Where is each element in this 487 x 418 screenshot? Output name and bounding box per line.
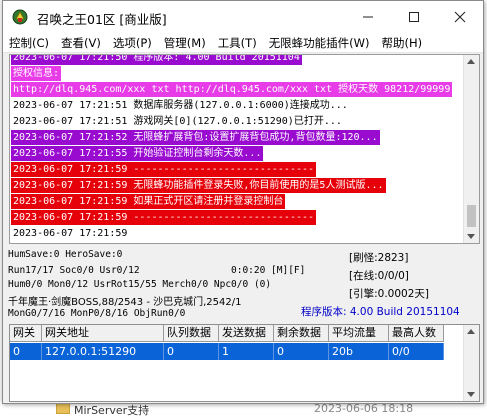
log-panel[interactable]: 2023-06-07 17:21:50 程序版本: 4.00 Build 201… [9,54,480,244]
menu-bar: 控制(C) 查看(V) 选项(P) 管理(M) 工具(T) 无限蜂功能插件(W)… [3,33,483,53]
maximize-button[interactable] [391,1,437,33]
close-icon [454,11,466,23]
scroll-down-icon[interactable] [467,234,475,239]
column-header[interactable]: 剩余数据 [274,325,329,342]
background-folder-name: MirServer支持 [74,404,150,417]
column-header[interactable]: 网关地址 [42,325,164,342]
online-count: [在线:0/0/0] [349,270,409,282]
gateway-table[interactable]: 网关 网关地址 队列数据 发送数据 剩余数据 平均流量 最高人数 0 127.0… [9,324,480,402]
table-row[interactable]: 0 127.0.0.1:51290 0 1 0 20b 0/0 [10,343,444,360]
column-header[interactable]: 最高人数 [389,325,444,342]
table-cell: 0/0 [389,343,444,360]
column-header[interactable]: 发送数据 [219,325,274,342]
program-version: 程序版本: 4.00 Build 20151104 [301,306,460,318]
status-boss: 千年魔王·剑魔BOSS,88/2543 - 沙巴克城门,2542/1 [8,297,242,308]
menu-tools[interactable]: 工具(T) [212,35,263,51]
table-cell: 0 [164,343,219,360]
engine-days: [引擎:0.0002天] [349,288,429,300]
refresh-count: [刷怪:2823] [349,252,409,264]
minimize-icon [363,16,373,18]
status-hum: Hum0/0 Mon0/12 UsrRot15/55 Merch0/0 Npc0… [8,279,272,290]
menu-control[interactable]: 控制(C) [3,35,55,51]
menu-manage[interactable]: 管理(M) [158,35,212,51]
log-line: 2023-06-07 17:21:55 开始验证控制台剩余天数... [11,146,264,161]
menu-options[interactable]: 选项(P) [107,35,158,51]
log-line: 2023-06-07 17:21:51 游戏网关[0](127.0.0.1:51… [11,114,344,129]
log-line: 2023-06-07 17:21:59 无限蜂功能插件登录失败,你目前使用的是5… [11,178,386,193]
column-header[interactable]: 平均流量 [329,325,389,342]
menu-help[interactable]: 帮助(H) [376,35,429,51]
scroll-up-icon[interactable] [467,59,475,64]
log-line: http://dlq.945.com/xxx txt http://dlq.94… [11,82,453,97]
table-cell: 1 [219,343,274,360]
main-window: 召唤之王01区 [商业版] 控制(C) 查看(V) 选项(P) 管理(M) 工具… [2,0,484,404]
log-line: 2023-06-07 17:21:51 数据库服务器(127.0.0.1:600… [11,98,350,113]
maximize-icon [409,12,419,22]
status-panel: HumSave:0 HeroSave:0 Run17/17 Soc0/0 Usr… [3,247,483,321]
log-line: 2023-06-07 17:21:52 无限蜂扩展背包:设置扩展背包成功,背包数… [11,130,380,145]
log-line: 2023-06-07 17:21:59 [11,226,130,241]
log-line: 2023-06-07 17:21:59 --------------------… [11,162,317,177]
column-header[interactable]: 队列数据 [164,325,219,342]
table-cell: 127.0.0.1:51290 [42,343,164,360]
table-cell: 0 [10,343,42,360]
window-title: 召唤之王01区 [商业版] [37,12,167,27]
status-time: 0:0:20 [M][F] [231,265,306,276]
table-cell: 0 [274,343,329,360]
status-mon: MonG0/7/16 MonP0/8/16 ObjRun0/0 [8,308,186,319]
scroll-up-icon[interactable] [467,329,475,334]
menu-plugin[interactable]: 无限蜂功能插件(W) [263,35,376,51]
log-scrollbar[interactable] [463,55,479,243]
table-scrollbar[interactable] [463,325,479,401]
status-run: Run17/17 Soc0/0 Usr0/12 [8,265,140,276]
minimize-button[interactable] [345,1,391,33]
folder-icon [56,403,70,414]
menu-view[interactable]: 查看(V) [55,35,107,51]
scroll-thumb[interactable] [467,205,476,227]
close-button[interactable] [437,1,483,33]
log-line: 2023-06-07 17:21:50 程序版本: 4.00 Build 201… [11,55,302,65]
table-header: 网关 网关地址 队列数据 发送数据 剩余数据 平均流量 最高人数 [10,325,444,342]
title-bar[interactable]: 召唤之王01区 [商业版] [3,1,483,33]
status-save: HumSave:0 HeroSave:0 [8,249,123,260]
table-cell: 20b [329,343,389,360]
log-line: 授权信息: [11,66,62,81]
column-header[interactable]: 网关 [10,325,42,342]
scroll-down-icon[interactable] [467,392,475,397]
app-icon [12,9,28,25]
log-line: 2023-06-07 17:21:59 如果正式开区请注册并登录控制台 [11,194,286,209]
log-line: 2023-06-07 17:21:59 --------------------… [11,210,317,225]
